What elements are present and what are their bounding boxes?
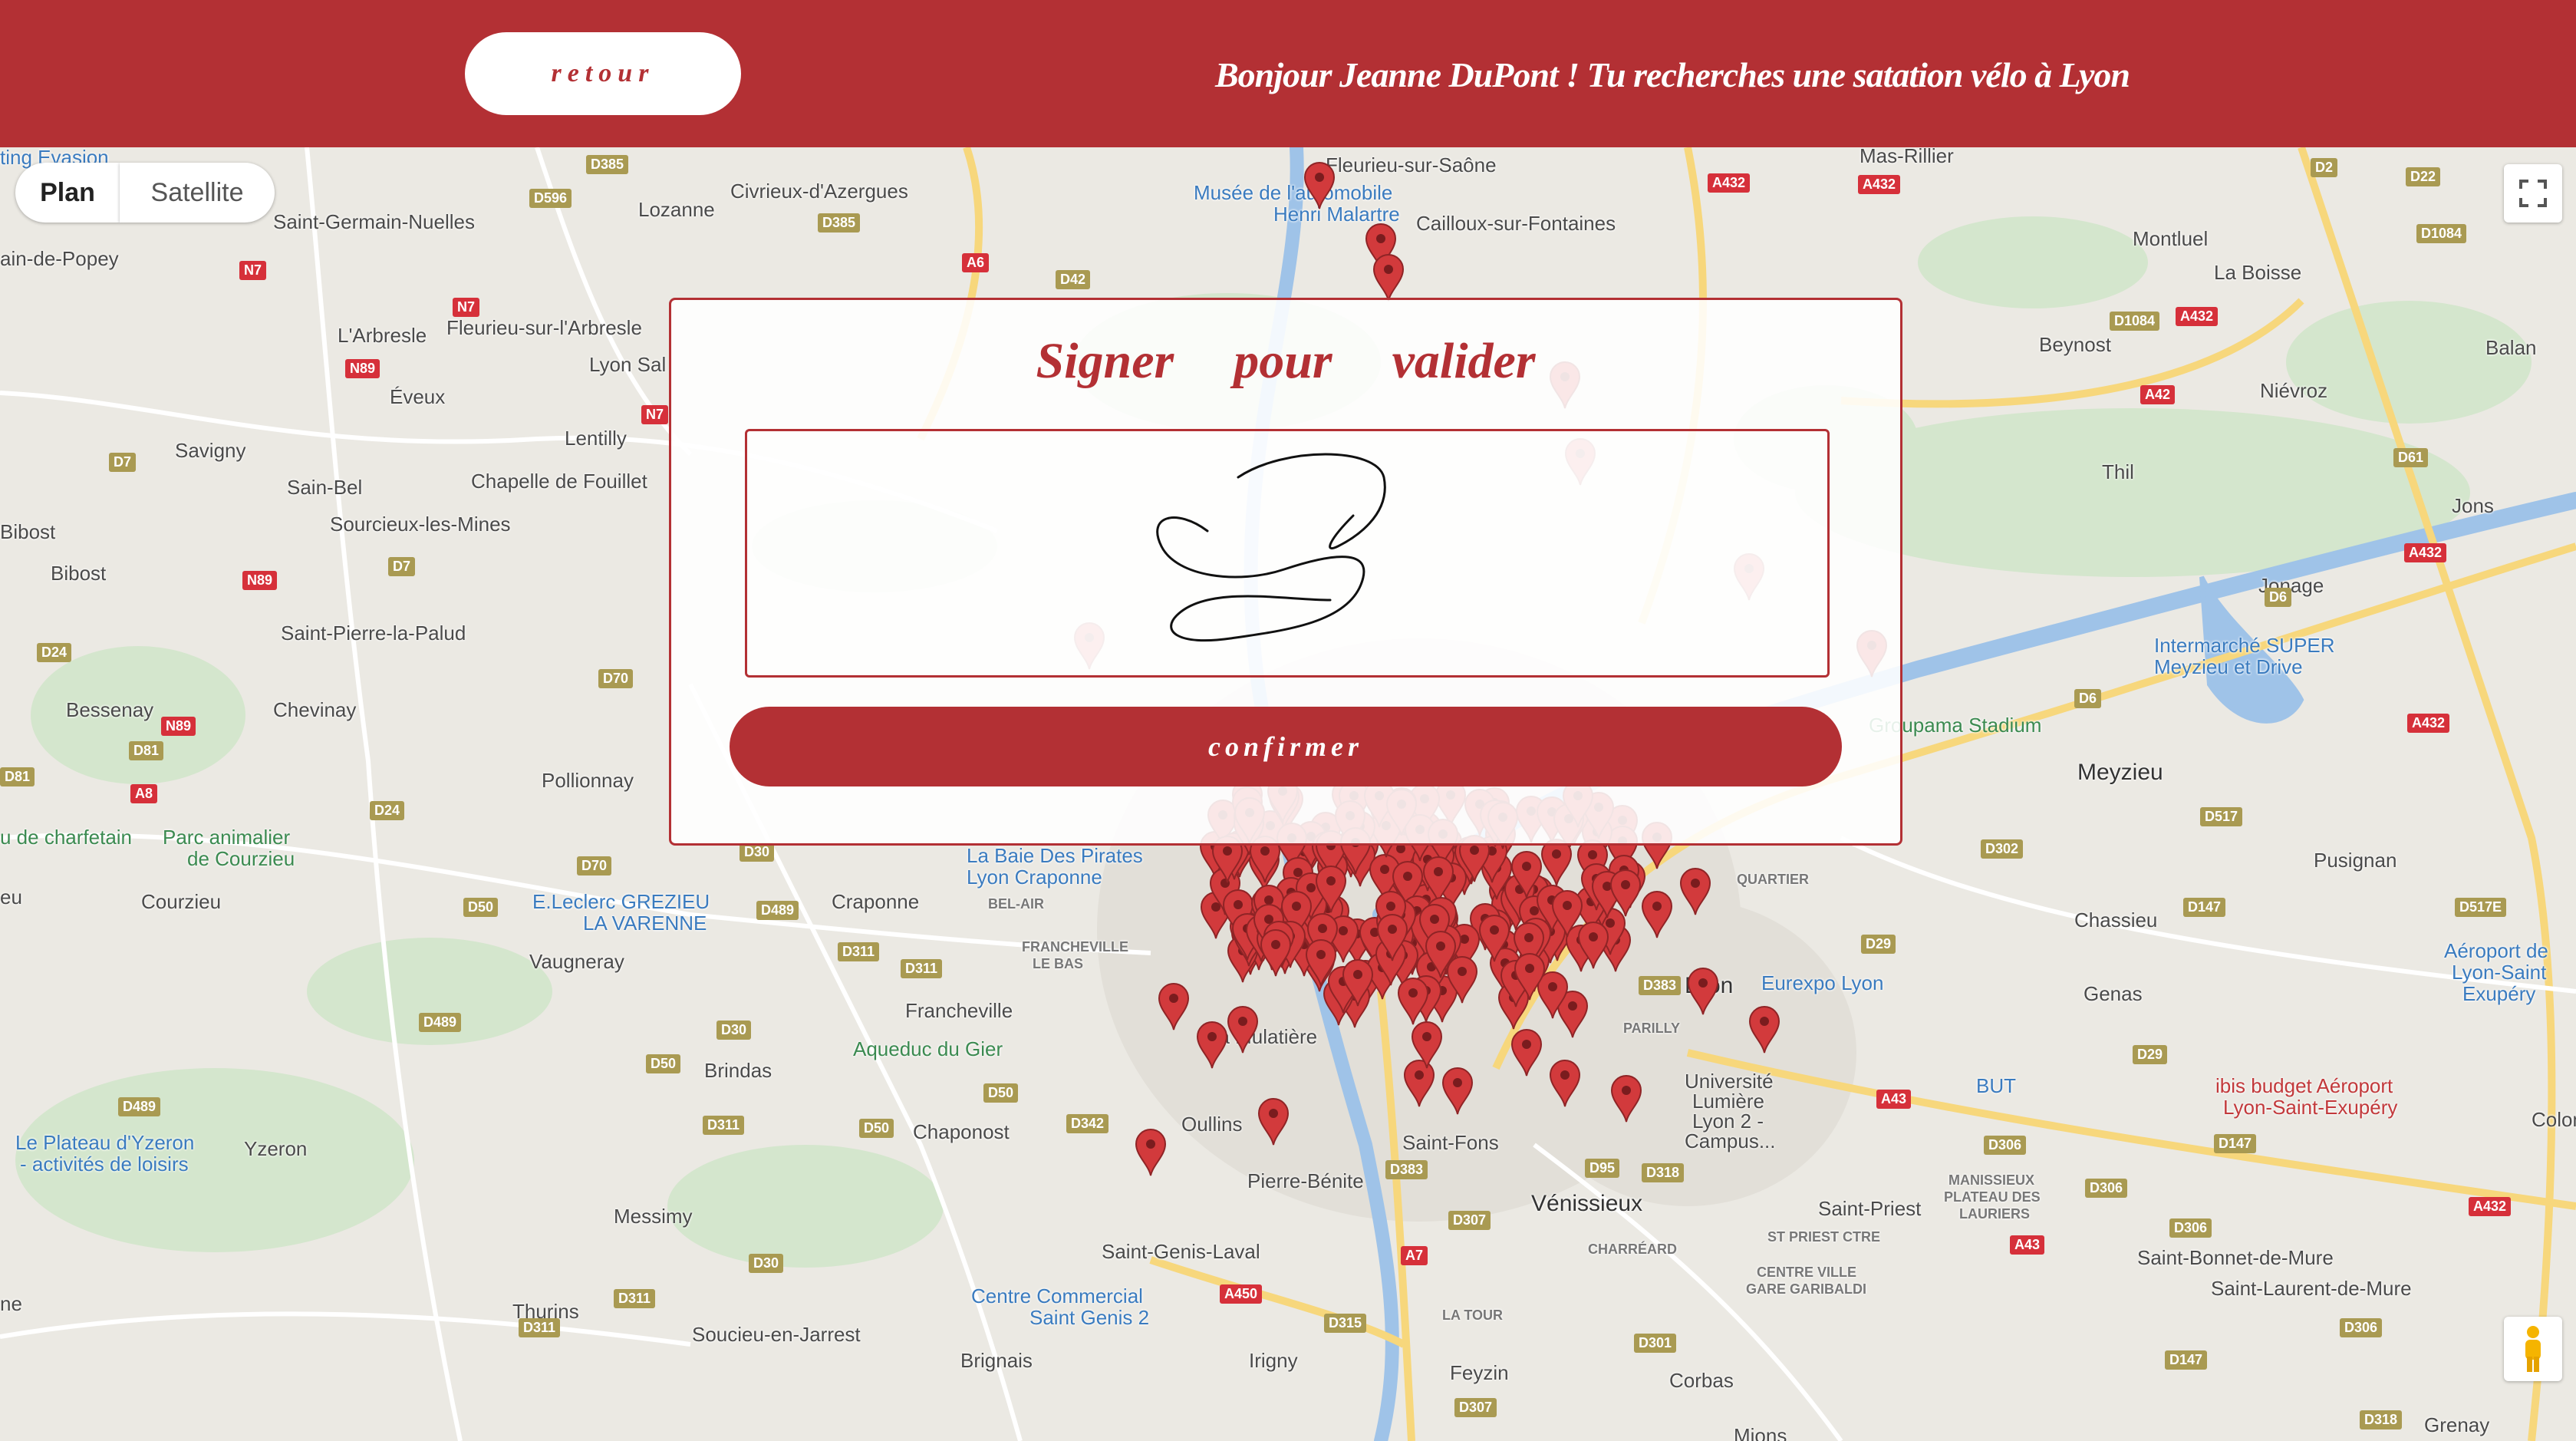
map-marker-icon[interactable] <box>1477 914 1512 963</box>
map-marker-icon[interactable] <box>1747 1005 1782 1054</box>
map-marker-icon[interactable] <box>1133 1128 1168 1177</box>
signature-stroke <box>1156 453 1386 642</box>
confirm-button[interactable]: confirmer <box>730 707 1842 786</box>
modal-title: Signer pour valider <box>671 332 1900 394</box>
map-marker-icon[interactable] <box>1156 982 1191 1031</box>
fullscreen-button[interactable] <box>2504 164 2562 223</box>
fullscreen-icon <box>2519 180 2547 207</box>
map-type-control: Plan Satellite <box>15 163 275 223</box>
map-marker-icon[interactable] <box>1608 869 1643 918</box>
map-marker-icon[interactable] <box>1371 253 1406 302</box>
signature-canvas[interactable] <box>745 429 1830 678</box>
title-word: Signer <box>1036 333 1174 389</box>
map-marker-icon[interactable] <box>1423 930 1458 979</box>
map-marker-icon[interactable] <box>1550 889 1585 938</box>
back-button[interactable]: retour <box>465 32 741 115</box>
map-marker-icon[interactable] <box>1302 161 1337 210</box>
map-marker-icon[interactable] <box>1340 958 1375 1007</box>
pegman-icon <box>2525 1326 2541 1372</box>
title-word: valider <box>1392 333 1536 389</box>
map-marker-icon[interactable] <box>1509 1028 1544 1077</box>
map-type-plan-button[interactable]: Plan <box>15 163 120 223</box>
title-word: pour <box>1234 333 1332 389</box>
app-header: retour Bonjour Jeanne DuPont ! Tu recher… <box>0 0 2576 147</box>
street-view-pegman-button[interactable] <box>2504 1317 2562 1381</box>
map-marker-icon[interactable] <box>1512 952 1547 1001</box>
signature-modal: Signer pour valider confirmer <box>669 298 1902 846</box>
greeting-text: Bonjour Jeanne DuPont ! Tu recherches un… <box>1214 54 2130 94</box>
map-marker-icon[interactable] <box>1685 967 1721 1016</box>
map-marker-icon[interactable] <box>1256 1097 1291 1146</box>
map-marker-icon[interactable] <box>1547 1059 1583 1108</box>
map-marker-icon[interactable] <box>1375 913 1410 962</box>
map-marker-icon[interactable] <box>1678 867 1713 916</box>
map-marker-icon[interactable] <box>1225 1005 1260 1054</box>
map-marker-icon[interactable] <box>1409 1021 1444 1070</box>
map-marker-icon[interactable] <box>1258 928 1293 978</box>
map-type-satellite-button[interactable]: Satellite <box>120 163 275 223</box>
map-marker-icon[interactable] <box>1609 1074 1644 1123</box>
map-marker-icon[interactable] <box>1539 838 1574 887</box>
map-marker-icon[interactable] <box>1440 1067 1475 1116</box>
